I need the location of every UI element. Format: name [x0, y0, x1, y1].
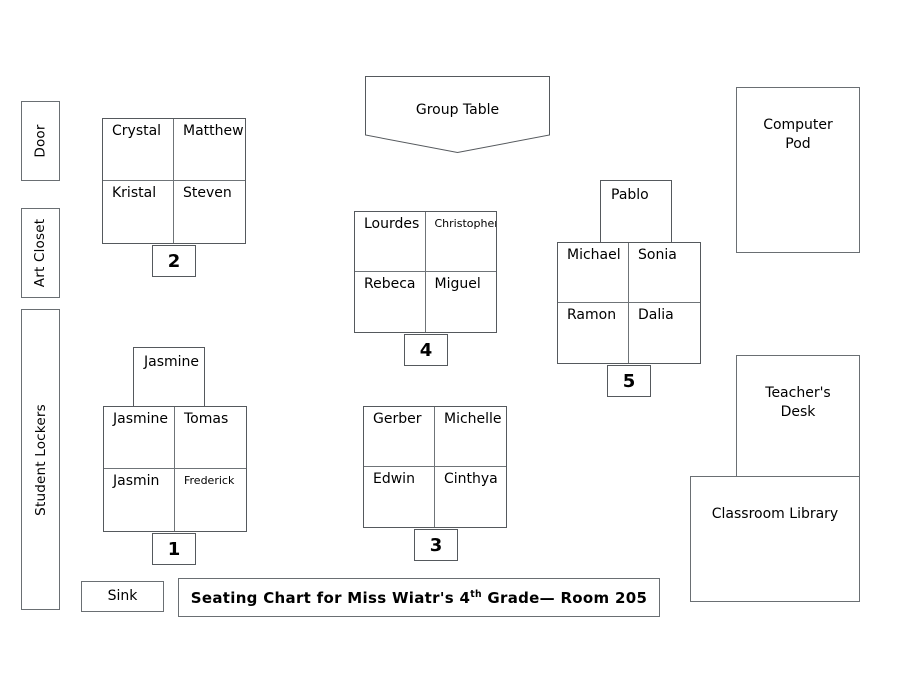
chart-title-banner: Seating Chart for Miss Wiatr's 4th Grade…: [178, 578, 660, 617]
table-number-1: 1: [152, 533, 196, 565]
seat[interactable]: Edwin: [364, 467, 435, 527]
seat[interactable]: Ramon: [558, 303, 629, 363]
seat[interactable]: Dalia: [629, 303, 700, 363]
table-number-4: 4: [404, 334, 448, 366]
seat[interactable]: Kristal: [103, 181, 174, 243]
student-lockers-label: Student Lockers: [32, 403, 49, 516]
chart-title-suffix: Grade— Room 205: [481, 588, 648, 607]
seat[interactable]: Michelle: [435, 407, 506, 467]
room-feature-computer-pod: Computer Pod: [736, 87, 860, 253]
chart-title-prefix: Seating Chart for Miss Wiatr's 4: [190, 588, 471, 607]
computer-pod-label-line1: Computer: [763, 117, 833, 133]
table-1-extra-seat[interactable]: Jasmine: [133, 347, 205, 407]
seat[interactable]: Michael: [558, 243, 629, 303]
seat[interactable]: Matthew: [174, 119, 245, 181]
table-5[interactable]: Michael Sonia Ramon Dalia: [557, 242, 701, 364]
seat[interactable]: Lourdes: [355, 212, 426, 272]
sink-label: Sink: [107, 588, 138, 605]
computer-pod-label-line2: Pod: [785, 135, 811, 152]
room-feature-door: Door: [21, 101, 60, 181]
teachers-desk-label-line1: Teacher's: [765, 385, 831, 401]
seat[interactable]: Steven: [174, 181, 245, 243]
table-number-2: 2: [152, 245, 196, 277]
art-closet-label: Art Closet: [32, 218, 49, 288]
table-number-3: 3: [414, 529, 458, 561]
chart-title-ordinal: th: [470, 588, 482, 600]
chart-title: Seating Chart for Miss Wiatr's 4th Grade…: [191, 589, 647, 607]
seat[interactable]: Jasmin: [104, 469, 175, 531]
table-2[interactable]: Crystal Matthew Kristal Steven: [102, 118, 246, 244]
classroom-library-label: Classroom Library: [711, 506, 839, 522]
room-feature-sink: Sink: [81, 581, 164, 612]
seat[interactable]: Tomas: [175, 407, 246, 469]
seat[interactable]: Miguel: [426, 272, 497, 332]
seat[interactable]: Cinthya: [435, 467, 506, 527]
table-5-extra-seat[interactable]: Pablo: [600, 180, 672, 243]
table-number-5: 5: [607, 365, 651, 397]
seat[interactable]: Gerber: [364, 407, 435, 467]
seat[interactable]: Sonia: [629, 243, 700, 303]
door-label: Door: [32, 124, 49, 158]
table-4[interactable]: Lourdes Christopher Rebeca Miguel: [354, 211, 497, 333]
seat[interactable]: Frederick: [175, 469, 246, 531]
seat[interactable]: Jasmine: [104, 407, 175, 469]
room-feature-teachers-desk: Teacher's Desk: [736, 355, 860, 477]
teachers-desk-label-line2: Desk: [780, 403, 816, 420]
seating-chart-canvas: Door Art Closet Student Lockers Crystal …: [0, 0, 900, 695]
room-feature-student-lockers: Student Lockers: [21, 309, 60, 610]
seat[interactable]: Rebeca: [355, 272, 426, 332]
table-3[interactable]: Gerber Michelle Edwin Cinthya: [363, 406, 507, 528]
group-table-label: Group Table: [415, 102, 500, 118]
table-1[interactable]: Jasmine Tomas Jasmin Frederick: [103, 406, 247, 532]
seat[interactable]: Crystal: [103, 119, 174, 181]
room-feature-classroom-library: Classroom Library: [690, 476, 860, 602]
room-feature-art-closet: Art Closet: [21, 208, 60, 298]
seat[interactable]: Christopher: [425, 212, 496, 272]
room-feature-group-table: Group Table: [365, 76, 550, 154]
